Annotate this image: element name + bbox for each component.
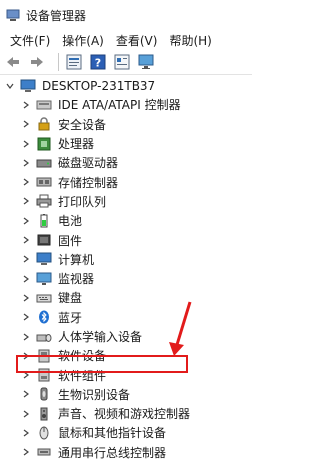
tree-item-label: 固件	[58, 233, 83, 248]
chevron-right-icon[interactable]	[20, 388, 32, 400]
tree-item-software-component[interactable]: 软件组件	[0, 365, 252, 384]
tree-item-label: 打印队列	[58, 194, 107, 209]
chevron-right-icon[interactable]	[20, 138, 32, 150]
monitor-icon[interactable]	[137, 53, 155, 71]
biometric-icon	[36, 387, 52, 401]
tree-item-computer[interactable]: 计算机	[0, 250, 252, 269]
chevron-right-icon[interactable]	[20, 99, 32, 111]
computer-icon	[20, 79, 36, 93]
tree-item-security[interactable]: 安全设备	[0, 115, 252, 134]
tree-item-label: 磁盘驱动器	[58, 156, 119, 171]
view-icon[interactable]	[113, 53, 131, 71]
tree-item-label: 电池	[58, 214, 83, 229]
tree-item-monitor[interactable]: 监视器	[0, 269, 252, 288]
device-tree: DESKTOP-231TB37 IDE ATA/ATAPI 控制器 安全设备 处…	[0, 76, 252, 460]
toolbar: ?	[0, 50, 252, 75]
chevron-right-icon[interactable]	[20, 157, 32, 169]
chevron-right-icon[interactable]	[20, 446, 32, 458]
chevron-right-icon[interactable]	[20, 118, 32, 130]
menu-bar: 文件(F) 操作(A) 查看(V) 帮助(H)	[0, 30, 252, 50]
chevron-right-icon[interactable]	[20, 273, 32, 285]
tree-item-storage[interactable]: 存储控制器	[0, 172, 252, 191]
tree-item-label: 监视器	[58, 272, 95, 287]
tree-item-label: 蓝牙	[58, 310, 83, 325]
tree-item-biometric[interactable]: 生物识别设备	[0, 385, 252, 404]
tree-item-ide[interactable]: IDE ATA/ATAPI 控制器	[0, 95, 252, 114]
monitor-icon	[36, 272, 52, 286]
svg-text:?: ?	[95, 57, 101, 70]
tree-item-audio[interactable]: 声音、视频和游戏控制器	[0, 404, 252, 423]
tree-item-cpu[interactable]: 处理器	[0, 134, 252, 153]
tree-item-label: 生物识别设备	[58, 387, 131, 402]
chevron-right-icon[interactable]	[20, 408, 32, 420]
tree-item-label: 处理器	[58, 137, 95, 152]
tree-item-battery[interactable]: 电池	[0, 211, 252, 230]
tree-item-software-device[interactable]: 软件设备	[0, 346, 252, 365]
security-icon	[36, 117, 52, 131]
tree-item-firmware[interactable]: 固件	[0, 230, 252, 249]
disk-icon	[36, 156, 52, 170]
chevron-right-icon[interactable]	[20, 253, 32, 265]
back-icon[interactable]	[4, 53, 22, 71]
tree-item-mouse[interactable]: 鼠标和其他指针设备	[0, 423, 252, 442]
computer-name: DESKTOP-231TB37	[42, 78, 156, 93]
usb-icon	[36, 445, 52, 459]
tree-item-label: 键盘	[58, 291, 83, 306]
menu-view[interactable]: 查看(V)	[110, 32, 164, 49]
mouse-icon	[36, 426, 52, 440]
tree-item-disk[interactable]: 磁盘驱动器	[0, 153, 252, 172]
printer-icon	[36, 194, 52, 208]
chevron-right-icon[interactable]	[20, 311, 32, 323]
forward-icon[interactable]	[28, 53, 46, 71]
menu-help[interactable]: 帮助(H)	[163, 32, 217, 49]
tree-item-hid[interactable]: 人体学输入设备	[0, 327, 252, 346]
tree-item-label: IDE ATA/ATAPI 控制器	[58, 98, 181, 113]
properties-icon[interactable]	[65, 53, 83, 71]
annotation-arrow	[169, 301, 192, 356]
tree-item-label: 通用串行总线控制器	[58, 445, 167, 460]
tree-root[interactable]: DESKTOP-231TB37	[0, 76, 252, 95]
chevron-right-icon[interactable]	[20, 331, 32, 343]
firmware-icon	[36, 233, 52, 247]
chevron-right-icon[interactable]	[20, 292, 32, 304]
battery-icon	[36, 213, 52, 228]
bluetooth-icon	[36, 310, 52, 324]
tree-item-usb[interactable]: 通用串行总线控制器	[0, 443, 252, 462]
keyboard-icon	[36, 291, 52, 305]
chevron-right-icon[interactable]	[20, 234, 32, 246]
chevron-down-icon[interactable]	[4, 80, 16, 92]
chevron-right-icon[interactable]	[20, 195, 32, 207]
chevron-right-icon[interactable]	[20, 369, 32, 381]
software-component-icon	[36, 368, 52, 382]
tree-item-label: 存储控制器	[58, 175, 119, 190]
window-title: 设备管理器	[26, 8, 87, 23]
tree-item-label: 软件设备	[58, 349, 107, 364]
tree-item-label: 计算机	[58, 252, 95, 267]
storage-icon	[36, 175, 52, 189]
title-bar: 设备管理器	[0, 0, 252, 30]
chevron-right-icon[interactable]	[20, 215, 32, 227]
chevron-right-icon[interactable]	[20, 427, 32, 439]
computer-icon	[36, 252, 52, 266]
chevron-right-icon[interactable]	[20, 176, 32, 188]
hid-icon	[36, 330, 52, 344]
tree-item-label: 声音、视频和游戏控制器	[58, 407, 191, 422]
tree-item-label: 人体学输入设备	[58, 330, 143, 344]
audio-icon	[36, 407, 52, 421]
menu-file[interactable]: 文件(F)	[4, 32, 56, 49]
chevron-right-icon[interactable]	[20, 350, 32, 362]
menu-action[interactable]: 操作(A)	[56, 32, 110, 49]
tree-item-label: 软件组件	[58, 368, 107, 383]
tree-item-keyboard[interactable]: 键盘	[0, 288, 252, 307]
device-manager-icon	[6, 9, 20, 21]
tree-item-printer[interactable]: 打印队列	[0, 192, 252, 211]
help-icon[interactable]: ?	[89, 53, 107, 71]
tree-item-label: 鼠标和其他指针设备	[58, 426, 167, 441]
tree-item-bluetooth[interactable]: 蓝牙	[0, 308, 252, 327]
ide-icon	[36, 98, 52, 112]
tree-item-label: 安全设备	[58, 117, 107, 132]
toolbar-separator	[58, 53, 59, 71]
software-device-icon	[36, 349, 52, 363]
cpu-icon	[36, 137, 52, 151]
